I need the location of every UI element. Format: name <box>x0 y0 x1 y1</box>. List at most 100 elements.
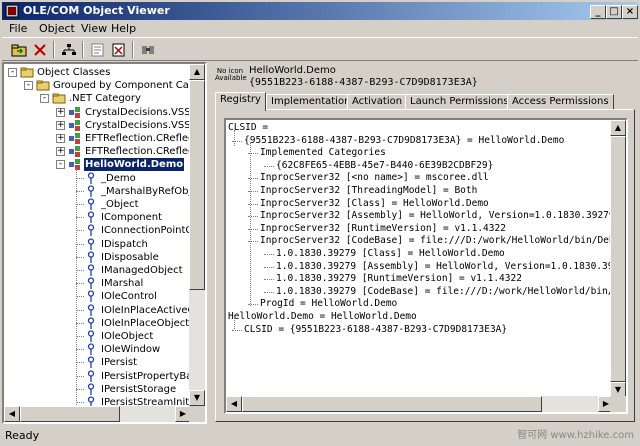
collapse-icon[interactable]: - <box>8 68 17 77</box>
tree-node-label[interactable]: EFTReflection.CReflec <box>84 145 191 158</box>
registry-node[interactable]: 1.0.1830.39279 [RuntimeVersion] = v1.1.4… <box>226 273 614 285</box>
properties-button[interactable] <box>87 40 108 59</box>
tree-node-label[interactable]: CrystalDecisions.VSSh <box>84 119 191 132</box>
expand-icon[interactable]: + <box>56 134 65 143</box>
tree-node[interactable]: IOleInPlaceActiveO <box>4 303 191 317</box>
scroll-up-button[interactable]: ▲ <box>189 64 205 80</box>
tree-button[interactable] <box>58 40 79 59</box>
tree-node-label[interactable]: IDispatch <box>100 238 149 251</box>
tree-horizontal-scrollbar[interactable]: ◀ ▶ <box>4 406 191 422</box>
tree-node-label[interactable]: IOleInPlaceActiveO <box>100 304 191 317</box>
tree-node-label[interactable]: _Object <box>100 198 140 211</box>
registry-node[interactable]: Implemented Categories <box>226 147 614 159</box>
scroll-left-button[interactable]: ◀ <box>4 406 20 422</box>
registry-node[interactable]: {9551B223-6188-4387-B293-C7D9D8173E3A} =… <box>226 135 614 147</box>
tree-node[interactable]: IPersistStreamInit <box>4 396 191 406</box>
menu-object[interactable]: Object <box>36 21 78 37</box>
registry-node[interactable]: InprocServer32 [<no name>] = mscoree.dll <box>226 172 614 184</box>
collapse-icon[interactable]: - <box>24 81 33 91</box>
tree-node[interactable]: IOleWindow <box>4 343 191 356</box>
tree-node-label[interactable]: IOleObject <box>100 330 154 343</box>
registry-node[interactable]: InprocServer32 [ThreadingModel] = Both <box>226 185 614 197</box>
tree-node[interactable]: _Object <box>4 198 191 211</box>
tree-node-label[interactable]: IPersistStreamInit <box>100 396 190 406</box>
tree-node-label[interactable]: IMarshal <box>100 277 144 290</box>
expand-icon[interactable]: + <box>56 120 65 130</box>
minimize-button[interactable]: _ <box>590 5 606 19</box>
registry-node[interactable]: CLSID = {9551B223-6188-4387-B293-C7D9D81… <box>226 324 614 336</box>
registry-node[interactable]: 1.0.1830.39279 [CodeBase] = file:///D:/w… <box>226 286 614 298</box>
tree-node[interactable]: - Object Classes <box>4 66 191 79</box>
tree-node-label[interactable]: IComponent <box>100 211 163 224</box>
tree-node-label[interactable]: IPersist <box>100 356 138 369</box>
tree-node[interactable]: _Demo <box>4 171 191 185</box>
tree-node-label[interactable]: IOleInPlaceObject <box>100 317 190 330</box>
registry-node[interactable]: InprocServer32 [Assembly] = HelloWorld, … <box>226 210 614 222</box>
expand-icon[interactable]: + <box>56 147 65 157</box>
bind-button[interactable] <box>8 40 29 59</box>
tab-implementation[interactable]: Implementation <box>266 94 356 110</box>
tree-node-label[interactable]: Grouped by Component Category <box>52 79 191 92</box>
scroll-thumb[interactable] <box>189 80 205 290</box>
view-type-button[interactable] <box>137 40 158 59</box>
menu-file[interactable]: File <box>6 21 30 37</box>
registry-node[interactable]: {62C8FE65-4EBB-45e7-B440-6E39B2CDBF29} <box>226 160 614 172</box>
tree-node[interactable]: IComponent <box>4 211 191 224</box>
tab-access-permissions[interactable]: Access Permissions <box>507 94 614 110</box>
registry-node[interactable]: 1.0.1830.39279 [Assembly] = HelloWorld, … <box>226 261 614 273</box>
tree-node[interactable]: + CrystalDecisions.VSSh <box>4 106 191 119</box>
tree-node[interactable]: IPersistStorage <box>4 383 191 396</box>
tree-node-label[interactable]: IPersistStorage <box>100 383 177 396</box>
tree-vertical-scrollbar[interactable]: ▲ ▼ <box>189 64 205 406</box>
tree-node-label[interactable]: EFTReflection.CReflec <box>84 132 191 145</box>
tree-node[interactable]: IDispatch <box>4 237 191 251</box>
tree-node-label[interactable]: IConnectionPointCo <box>100 224 191 237</box>
tree-node-label[interactable]: IDisposable <box>100 251 160 264</box>
expert-mode-button[interactable] <box>108 40 129 59</box>
tree-node[interactable]: IManagedObject <box>4 264 191 277</box>
tree-node[interactable]: IMarshal <box>4 277 191 290</box>
tree-node[interactable]: IOleControl <box>4 290 191 303</box>
tab-launch-permissions[interactable]: Launch Permissions <box>405 94 514 110</box>
scroll-thumb[interactable] <box>610 136 626 382</box>
scroll-up-button[interactable]: ▲ <box>610 120 626 136</box>
scroll-thumb[interactable] <box>20 406 120 422</box>
tree-node-label[interactable]: IOleWindow <box>100 343 161 356</box>
scroll-left-button[interactable]: ◀ <box>226 396 242 412</box>
tree-node[interactable]: + CrystalDecisions.VSSh <box>4 119 191 132</box>
tree-node-label[interactable]: CrystalDecisions.VSSh <box>84 106 191 119</box>
registry-node[interactable]: 1.0.1830.39279 [Class] = HelloWorld.Demo <box>226 248 614 260</box>
tab-activation[interactable]: Activation <box>347 94 408 110</box>
tree-node-label[interactable]: Object Classes <box>36 66 111 79</box>
registry-tree[interactable]: CLSID = {9551B223-6188-4387-B293-C7D9D817… <box>224 118 628 414</box>
registry-node[interactable]: ProgId = HelloWorld.Demo <box>226 298 614 310</box>
tab-registry[interactable]: Registry <box>215 92 266 111</box>
tree-node[interactable]: + EFTReflection.CReflec <box>4 132 191 145</box>
tree-node[interactable]: - Grouped by Component Category <box>4 79 191 92</box>
scroll-thumb[interactable] <box>242 396 542 412</box>
tree-node[interactable]: IOleObject <box>4 330 191 343</box>
close-button[interactable]: × <box>622 5 638 19</box>
registry-node[interactable]: InprocServer32 [RuntimeVersion] = v1.1.4… <box>226 223 614 235</box>
tree-node-label[interactable]: _Demo <box>100 172 137 185</box>
registry-node[interactable]: InprocServer32 [Class] = HelloWorld.Demo <box>226 198 614 210</box>
tree-node[interactable]: IOleInPlaceObject <box>4 317 191 330</box>
registry-vertical-scrollbar[interactable]: ▲ ▼ <box>610 120 626 398</box>
tree-node-label[interactable]: _MarshalByRefObjec <box>100 185 191 198</box>
tree-node[interactable]: _MarshalByRefObjec <box>4 185 191 198</box>
scroll-down-button[interactable]: ▼ <box>189 390 205 406</box>
tree-node[interactable]: - HelloWorld.Demo <box>4 158 191 172</box>
tree-node-label[interactable]: HelloWorld.Demo <box>84 158 185 172</box>
tree-node-label[interactable]: IOleControl <box>100 290 158 303</box>
registry-horizontal-scrollbar[interactable]: ◀ ▶ <box>226 396 614 412</box>
tree-node[interactable]: IPersist <box>4 356 191 369</box>
collapse-icon[interactable]: - <box>56 160 65 170</box>
tree-node-label[interactable]: IManagedObject <box>100 264 184 277</box>
registry-node[interactable]: CLSID = <box>226 122 614 134</box>
tree-node[interactable]: IDisposable <box>4 251 191 264</box>
maximize-button[interactable]: □ <box>606 5 622 19</box>
tree-node-label[interactable]: .NET Category <box>68 92 142 105</box>
tree-node[interactable]: IPersistPropertyBa <box>4 369 191 383</box>
collapse-icon[interactable]: - <box>40 94 49 104</box>
tree-node-label[interactable]: IPersistPropertyBa <box>100 370 191 383</box>
